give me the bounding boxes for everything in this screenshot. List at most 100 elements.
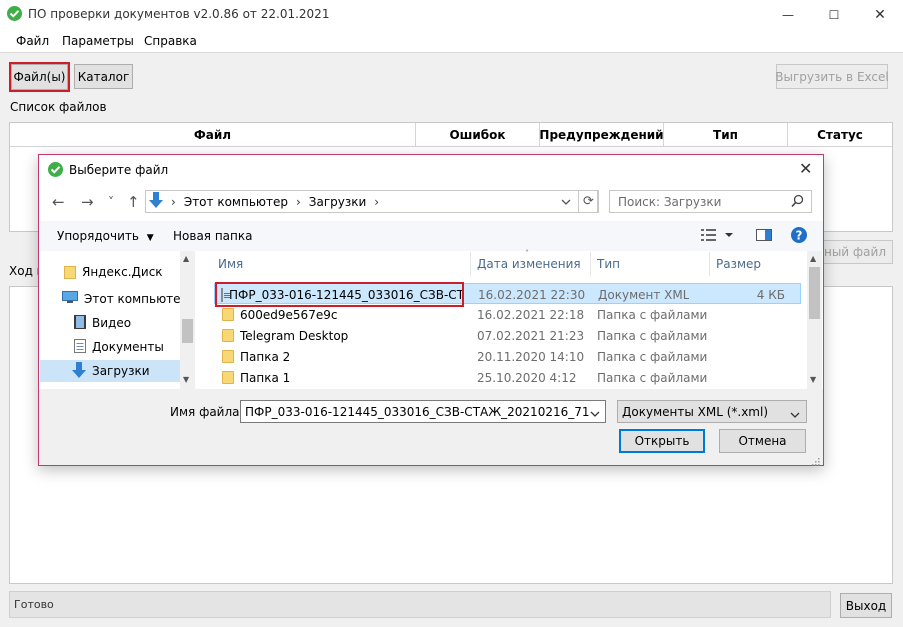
nav-item-downloads[interactable]: Загрузки [40,360,180,382]
nav-item-this-computer[interactable]: Этот компьютер [40,288,188,310]
file-type: Папка с файлами [597,349,708,364]
nav-item-label: Видео [92,316,132,330]
file-date: 16.02.2021 22:30 [478,287,586,302]
column-name[interactable]: Имя [214,252,471,276]
close-button[interactable]: ✕ [857,0,903,30]
dialog-close-button[interactable]: ✕ [799,159,812,178]
file-name-cell[interactable]: Папка 2 [222,346,290,367]
address-bar[interactable]: › Этот компьютер › Загрузки › [145,190,598,213]
up-arrow-icon[interactable]: ↑ [127,193,140,211]
computer-icon [62,291,78,307]
folder-row[interactable]: 600ed9e567e9c 16.02.2021 22:18 Папка с ф… [214,304,801,325]
scroll-up-icon[interactable]: ▲ [810,254,816,263]
menu-parameters[interactable]: Параметры [62,34,134,48]
folder-icon [222,329,234,342]
next-file-button[interactable]: дный файл [818,240,893,264]
folder-row[interactable]: Папка 2 20.11.2020 14:10 Папка с файлами [214,346,801,367]
file-name-cell[interactable]: 600ed9e567e9c [222,304,337,325]
file-scroll-thumb[interactable] [809,267,820,319]
filename-input[interactable]: ПФР_033-016-121445_033016_СЗВ-СТАЖ_20210… [240,400,606,423]
file-size: 4 КБ [756,287,785,302]
nav-scroll-thumb[interactable] [182,319,193,343]
forward-arrow-icon[interactable]: → [81,193,94,211]
breadcrumb-downloads[interactable]: Загрузки [309,195,367,209]
catalog-button[interactable]: Каталог [74,64,133,89]
file-name: Папка 2 [240,349,291,364]
nav-pane-scrollbar[interactable]: ▲ ▼ [180,251,195,389]
filename-label: Имя файла: [170,405,244,419]
file-type-filter-select[interactable]: Документы XML (*.xml) [617,400,807,423]
organize-menu[interactable]: Упорядочить ▼ [57,229,154,243]
file-type: Папка с файлами [597,370,708,385]
video-icon [74,314,86,332]
open-button[interactable]: Открыть [619,429,705,453]
status-bar: Готово [9,591,831,618]
nav-item-label: Документы [92,340,164,354]
navigation-pane[interactable]: Яндекс.Диск Этот компьютер Видео Докумен… [40,251,195,389]
file-type: Папка с файлами [597,328,708,343]
filename-value: ПФР_033-016-121445_033016_СЗВ-СТАЖ_20210… [245,404,589,419]
downloads-arrow-icon [149,192,163,211]
scroll-up-icon[interactable]: ▲ [183,254,189,263]
file-row[interactable]: ПФР_033-016-121445_033016_СЗВ-СТА... 16.… [214,282,801,307]
resize-grip-icon[interactable] [810,455,820,466]
file-date: 16.02.2021 22:18 [477,307,585,322]
file-name: Папка 1 [240,370,291,385]
minimize-button[interactable]: — [765,0,811,30]
column-type[interactable]: Тип [664,123,788,146]
search-placeholder: Поиск: Загрузки [618,195,722,209]
file-name: ПФР_033-016-121445_033016_СЗВ-СТА... [229,287,462,302]
file-type: Папка с файлами [597,307,708,322]
preview-pane-icon[interactable] [756,229,772,244]
back-arrow-icon[interactable]: ← [52,193,65,211]
folder-icon [222,350,234,363]
xml-file-icon [221,287,230,302]
breadcrumb-this-computer[interactable]: Этот компьютер [184,195,288,209]
window-title: ПО проверки документов v2.0.86 от 22.01.… [28,7,330,21]
column-file[interactable]: Файл [10,123,416,146]
view-options-icon[interactable] [701,228,735,245]
svg-text:?: ? [796,229,803,243]
address-dropdown-chevron-icon[interactable] [556,190,576,213]
file-date: 20.11.2020 14:10 [477,349,585,364]
menu-file[interactable]: Файл [16,34,49,48]
exit-button[interactable]: Выход [840,593,892,618]
file-list-header: Файл Ошибок Предупреждений Тип Статус [10,123,892,147]
column-errors[interactable]: Ошибок [416,123,540,146]
file-list-label: Список файлов [10,100,107,114]
folder-row[interactable]: Telegram Desktop 07.02.2021 21:23 Папка … [214,325,801,346]
nav-item-label: Яндекс.Диск [82,265,163,279]
nav-item-video[interactable]: Видео [40,312,180,334]
refresh-icon[interactable]: ⟳ [578,190,599,213]
column-size[interactable]: Размер [711,252,791,276]
menu-help[interactable]: Справка [144,34,197,48]
nav-item-yandex-disk[interactable]: Яндекс.Диск [40,261,180,283]
file-type: Документ XML [598,287,690,302]
recent-locations-chevron-icon[interactable]: ˅ [108,195,114,209]
scroll-down-icon[interactable]: ▼ [810,375,816,384]
help-icon[interactable]: ? [791,227,807,246]
file-name-cell[interactable]: Telegram Desktop [222,325,348,346]
yandex-disk-icon [64,265,76,279]
filter-value: Документы XML (*.xml) [622,404,769,419]
maximize-button[interactable]: ☐ [811,0,857,30]
column-type[interactable]: Тип [592,252,710,276]
folder-icon [222,308,234,321]
menu-bar [0,30,903,53]
search-input[interactable]: Поиск: Загрузки [609,190,812,213]
chevron-down-icon[interactable] [590,406,600,420]
folder-row[interactable]: Папка 1 25.10.2020 4:12 Папка с файлами [214,367,801,388]
file-name-cell[interactable]: Папка 1 [222,367,290,388]
cancel-button[interactable]: Отмена [719,429,806,453]
export-excel-button[interactable]: Выгрузить в Excel [775,64,889,89]
files-button[interactable]: Файл(ы) [9,62,70,92]
column-date-modified[interactable]: Дата изменения [472,252,591,276]
file-name-cell[interactable]: ПФР_033-016-121445_033016_СЗВ-СТА... [215,282,464,307]
nav-item-documents[interactable]: Документы [40,336,180,358]
file-date: 25.10.2020 4:12 [477,370,577,385]
new-folder-button[interactable]: Новая папка [173,229,252,243]
column-status[interactable]: Статус [788,123,892,146]
file-list-scrollbar[interactable]: ▲ ▼ [807,251,822,389]
scroll-down-icon[interactable]: ▼ [183,375,189,384]
column-warnings[interactable]: Предупреждений [539,123,664,146]
